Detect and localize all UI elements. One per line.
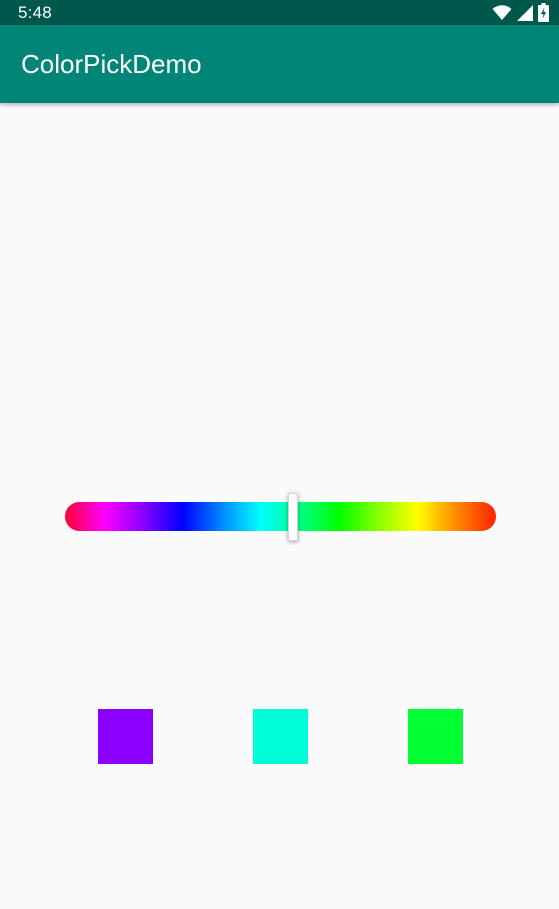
screen: 5:48 ColorPickDemo (0, 0, 559, 909)
color-swatch-purple[interactable] (98, 709, 153, 764)
wifi-icon (492, 4, 512, 21)
signal-icon (517, 4, 533, 21)
hue-slider-thumb[interactable] (288, 493, 299, 541)
app-bar: ColorPickDemo (0, 25, 559, 103)
status-bar: 5:48 (0, 0, 559, 25)
hue-slider-track[interactable] (65, 502, 496, 531)
color-swatch-green[interactable] (408, 709, 463, 764)
color-swatch-cyan[interactable] (253, 709, 308, 764)
app-title: ColorPickDemo (21, 48, 202, 79)
status-time: 5:48 (18, 2, 52, 22)
battery-icon (538, 3, 549, 22)
status-icons (492, 0, 549, 25)
hue-slider[interactable] (65, 493, 496, 541)
